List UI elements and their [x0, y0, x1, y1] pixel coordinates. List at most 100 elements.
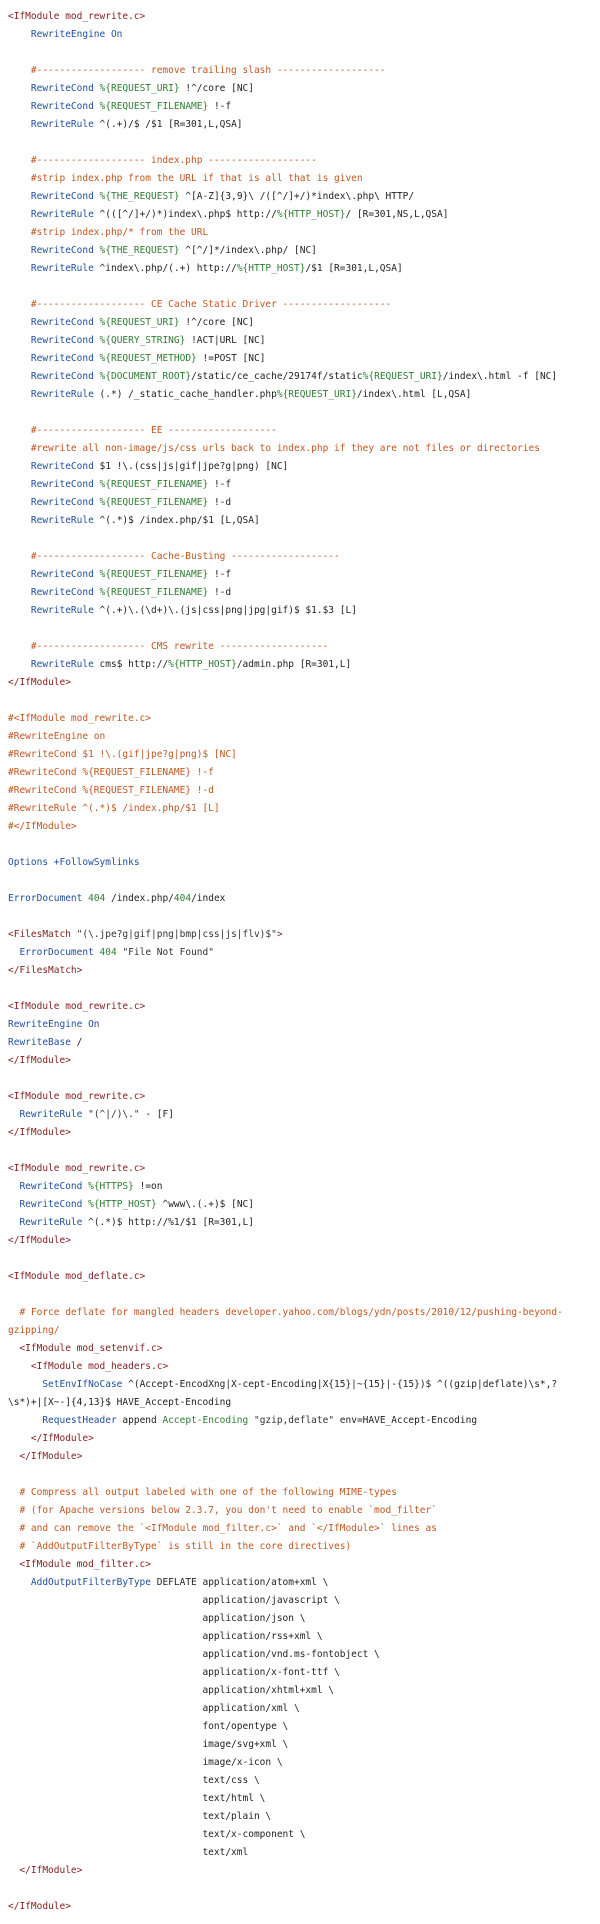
code-token: /admin.php [R=301,L]	[236, 659, 352, 670]
code-token: Options +FollowSymlinks	[8, 857, 140, 868]
code-line: Options +FollowSymlinks	[8, 854, 600, 872]
code-line: text/x-component \	[8, 1826, 600, 1844]
code-token: RewriteCond	[30, 335, 94, 346]
code-token: </IfModule>	[19, 1451, 83, 1462]
code-token: !-f	[208, 101, 232, 112]
code-token: !-d	[208, 497, 232, 508]
code-line: #------------------- EE ----------------…	[8, 422, 600, 440]
code-line: application/vnd.ms-fontobject \	[8, 1646, 600, 1664]
code-token: <IfModule mod_rewrite.c>	[8, 1091, 146, 1102]
code-token: RewriteCond	[19, 1199, 83, 1210]
code-line: #strip index.php from the URL if that is…	[8, 170, 600, 188]
code-token: </IfModule>	[30, 1433, 94, 1444]
code-token: ^index\.php/(.+) http://	[93, 263, 237, 274]
code-view: <IfModule mod_rewrite.c> RewriteEngine O…	[0, 0, 600, 1924]
code-line: application/rss+xml \	[8, 1628, 600, 1646]
code-token: </IfModule>	[8, 1235, 71, 1246]
code-line: RewriteEngine On	[8, 1016, 600, 1034]
code-token: (.*) /_static_cache_handler.php	[93, 389, 277, 400]
code-token: #------------------- index.php ---------…	[8, 155, 317, 166]
code-token: RewriteCond	[30, 569, 94, 580]
code-line: gzipping/	[8, 1322, 600, 1340]
code-line: #strip index.php/* from the URL	[8, 224, 600, 242]
code-token: # (for Apache versions below 2.3.7, you …	[8, 1505, 437, 1516]
code-token: #------------------- remove trailing sla…	[8, 65, 386, 76]
code-token: %{HTTP_HOST}	[168, 659, 237, 670]
code-token: text/css \	[8, 1775, 260, 1786]
code-line: RewriteCond %{REQUEST_URI} !^/core [NC]	[8, 80, 600, 98]
code-line: #RewriteRule ^(.*)$ /index.php/$1 [L]	[8, 800, 600, 818]
code-line: # Force deflate for mangled headers deve…	[8, 1304, 600, 1322]
code-token: RequestHeader	[42, 1415, 117, 1426]
code-token: !=POST [NC]	[196, 353, 266, 364]
code-token: RewriteEngine On	[8, 1019, 100, 1030]
code-line: RewriteCond %{REQUEST_FILENAME} !-f	[8, 98, 600, 116]
code-token: append	[116, 1415, 163, 1426]
code-line: # (for Apache versions below 2.3.7, you …	[8, 1502, 600, 1520]
code-token: "gzip,deflate"	[253, 1415, 335, 1426]
code-token: %{REQUEST_FILENAME}	[99, 101, 209, 112]
code-line: <IfModule mod_headers.c>	[8, 1358, 600, 1376]
code-token: <IfModule mod_deflate.c>	[8, 1271, 146, 1282]
code-line: </IfModule>	[8, 1448, 600, 1466]
code-token: /	[70, 1037, 83, 1048]
code-line: <IfModule mod_deflate.c>	[8, 1268, 600, 1286]
code-line: RewriteCond %{THE_REQUEST} ^[^/]*/index\…	[8, 242, 600, 260]
code-token: <IfModule mod_rewrite.c>	[8, 1001, 146, 1012]
code-line: RewriteRule ^(.*)$ /index.php/$1 [L,QSA]	[8, 512, 600, 530]
code-line: #rewrite all non-image/js/css urls back …	[8, 440, 600, 458]
code-line: #RewriteCond %{REQUEST_FILENAME} !-d	[8, 782, 600, 800]
code-token: ^(([^/]+/)*)index\.php$ http://	[93, 209, 277, 220]
code-token: /index.php/	[105, 893, 174, 904]
code-line: application/javascript \	[8, 1592, 600, 1610]
code-line: text/css \	[8, 1772, 600, 1790]
code-line: RewriteRule ^(.+)/$ /$1 [R=301,L,QSA]	[8, 116, 600, 134]
code-line: text/plain \	[8, 1808, 600, 1826]
code-token: RewriteCond	[30, 371, 94, 382]
code-token: RewriteRule	[19, 1109, 83, 1120]
code-token: ErrorDocument	[8, 893, 83, 904]
code-line: AddOutputFilterByType DEFLATE applicatio…	[8, 1574, 600, 1592]
code-line: RewriteRule (.*) /_static_cache_handler.…	[8, 386, 600, 404]
code-line: </IfModule>	[8, 1232, 600, 1250]
code-line: ErrorDocument 404 /index.php/404/index	[8, 890, 600, 908]
code-token: %{HTTPS}	[88, 1181, 134, 1192]
code-token: RewriteRule	[30, 119, 94, 130]
code-token: ^(.+)/$ /$1 [R=301,L,QSA]	[93, 119, 243, 130]
code-line: <IfModule mod_rewrite.c>	[8, 998, 600, 1016]
code-token: !-d	[208, 587, 232, 598]
code-line: RewriteBase /	[8, 1034, 600, 1052]
code-line: application/xml \	[8, 1700, 600, 1718]
code-token: image/x-icon \	[8, 1757, 283, 1768]
code-token: - [F]	[139, 1109, 174, 1120]
code-token: #------------------- EE ----------------…	[8, 425, 277, 436]
code-line: RewriteCond %{REQUEST_FILENAME} !-f	[8, 476, 600, 494]
code-token: RewriteCond	[30, 461, 94, 472]
code-token: RewriteCond	[30, 587, 94, 598]
code-line: #</IfModule>	[8, 818, 600, 836]
code-token: text/plain \	[8, 1811, 272, 1822]
code-token: </IfModule>	[8, 1901, 71, 1912]
code-line: RewriteCond %{REQUEST_URI} !^/core [NC]	[8, 314, 600, 332]
code-line: RewriteCond %{HTTP_HOST} ^www\.(.+)$ [NC…	[8, 1196, 600, 1214]
code-token: RewriteCond	[30, 497, 94, 508]
code-token: %{HTTP_HOST}	[236, 263, 306, 274]
code-line: RewriteCond %{THE_REQUEST} ^[A-Z]{3,9}\ …	[8, 188, 600, 206]
code-token: application/javascript \	[8, 1595, 340, 1606]
code-line: RewriteRule ^(.*)$ http://%1/$1 [R=301,L…	[8, 1214, 600, 1232]
